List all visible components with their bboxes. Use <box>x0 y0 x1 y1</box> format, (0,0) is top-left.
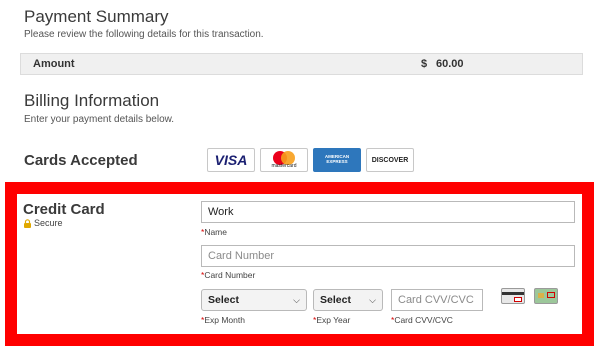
discover-logo: DISCOVER <box>366 148 414 172</box>
billing-subtitle: Enter your payment details below. <box>24 114 175 125</box>
credit-card-title: Credit Card <box>23 201 105 218</box>
cvv-label: *Card CVV/CVC <box>391 315 453 325</box>
payment-summary-subtitle: Please review the following details for … <box>24 29 264 40</box>
cards-accepted-label: Cards Accepted <box>24 152 138 169</box>
name-field-label: *Name <box>201 227 227 237</box>
amount-label: Amount <box>33 58 75 70</box>
cvv-back-card-icon <box>501 288 525 304</box>
chevron-down-icon: ⌵ <box>369 294 376 305</box>
amount-row: Amount $ 60.00 <box>20 53 583 75</box>
payment-summary-title: Payment Summary <box>24 7 169 26</box>
card-number-label: *Card Number <box>201 270 256 280</box>
amount-currency: $ <box>421 58 428 70</box>
cvv-front-card-icon <box>534 288 558 304</box>
card-number-input[interactable]: Card Number <box>201 245 575 267</box>
exp-year-label: *Exp Year <box>313 315 351 325</box>
cvv-input[interactable]: Card CVV/CVC <box>391 289 483 311</box>
chevron-down-icon: ⌵ <box>293 294 300 305</box>
visa-logo: VISA <box>207 148 255 172</box>
exp-month-selected: Select <box>208 294 239 306</box>
exp-year-selected: Select <box>320 294 351 306</box>
name-field[interactable]: Work <box>201 201 575 223</box>
amex-logo: AMERICAN EXPRESS <box>313 148 361 172</box>
secure-label: Secure <box>34 218 63 228</box>
exp-month-select[interactable]: Select ⌵ <box>201 289 307 311</box>
mastercard-logo: mastercard <box>260 148 308 172</box>
exp-month-label: *Exp Month <box>201 315 245 325</box>
amount-value: 60.00 <box>436 58 464 70</box>
secure-indicator: Secure <box>23 218 63 228</box>
billing-title: Billing Information <box>24 91 160 110</box>
lock-icon <box>24 218 31 228</box>
exp-year-select[interactable]: Select ⌵ <box>313 289 383 311</box>
